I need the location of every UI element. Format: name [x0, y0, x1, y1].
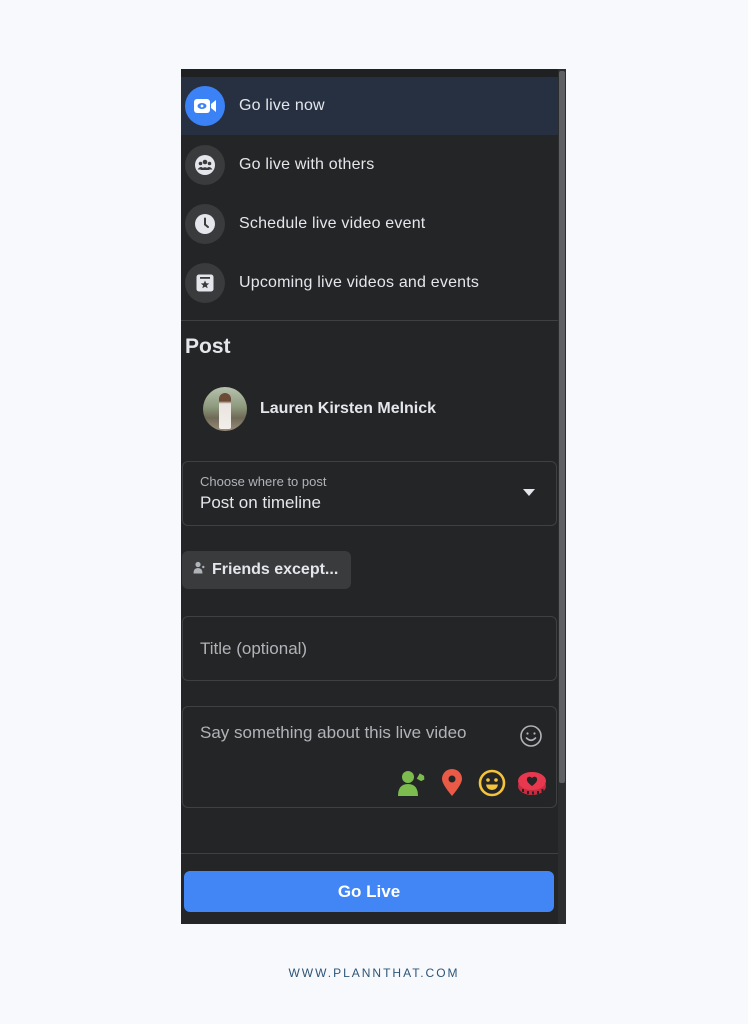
clock-icon: [185, 204, 225, 244]
emoji-picker-icon[interactable]: [519, 724, 543, 748]
person-icon: [193, 561, 205, 579]
menu-item-go-live-now[interactable]: Go live now: [181, 77, 558, 135]
description-textarea[interactable]: Say something about this live video: [182, 706, 557, 808]
menu-item-upcoming-live[interactable]: Upcoming live videos and events: [181, 254, 558, 312]
title-placeholder: Title (optional): [200, 639, 308, 658]
avatar: [203, 387, 247, 431]
menu-item-label: Upcoming live videos and events: [239, 274, 480, 291]
post-author: Lauren Kirsten Melnick: [203, 387, 436, 431]
menu-item-label: Schedule live video event: [239, 215, 426, 232]
panel-top-strip: [181, 69, 558, 77]
menu-item-schedule-live[interactable]: Schedule live video event: [181, 195, 558, 253]
post-action-icons: [397, 768, 547, 798]
audience-selector-button[interactable]: Friends except...: [182, 551, 352, 589]
description-placeholder: Say something about this live video: [200, 723, 467, 742]
audience-label: Friends except...: [212, 561, 339, 578]
destination-label: Choose where to post: [200, 474, 327, 489]
feeling-icon[interactable]: [477, 768, 507, 798]
location-pin-icon[interactable]: [437, 768, 467, 798]
destination-value: Post on timeline: [200, 493, 321, 512]
footer-watermark: WWW.PLANNTHAT.COM: [288, 966, 460, 980]
menu-item-label: Go live with others: [239, 156, 375, 173]
author-name: Lauren Kirsten Melnick: [260, 400, 437, 417]
group-icon: [185, 145, 225, 185]
menu-item-go-live-with-others[interactable]: Go live with others: [181, 136, 558, 194]
go-live-button[interactable]: Go Live: [184, 871, 554, 912]
post-destination-select[interactable]: Choose where to post Post on timeline: [182, 461, 557, 526]
tag-people-icon[interactable]: [397, 768, 427, 798]
video-camera-icon: [185, 86, 225, 126]
menu-item-label: Go live now: [239, 97, 325, 114]
scrollbar[interactable]: [558, 69, 566, 924]
scrollbar-thumb[interactable]: [559, 71, 565, 783]
go-live-panel: Go live now Go live with others Schedule…: [181, 69, 566, 924]
section-divider: [181, 320, 558, 321]
calendar-star-icon: [185, 263, 225, 303]
title-input[interactable]: Title (optional): [182, 616, 557, 681]
footer-divider: [181, 853, 558, 854]
caret-down-icon: [523, 489, 535, 496]
post-section-title: Post: [185, 335, 231, 358]
fundraiser-icon[interactable]: [517, 768, 547, 798]
